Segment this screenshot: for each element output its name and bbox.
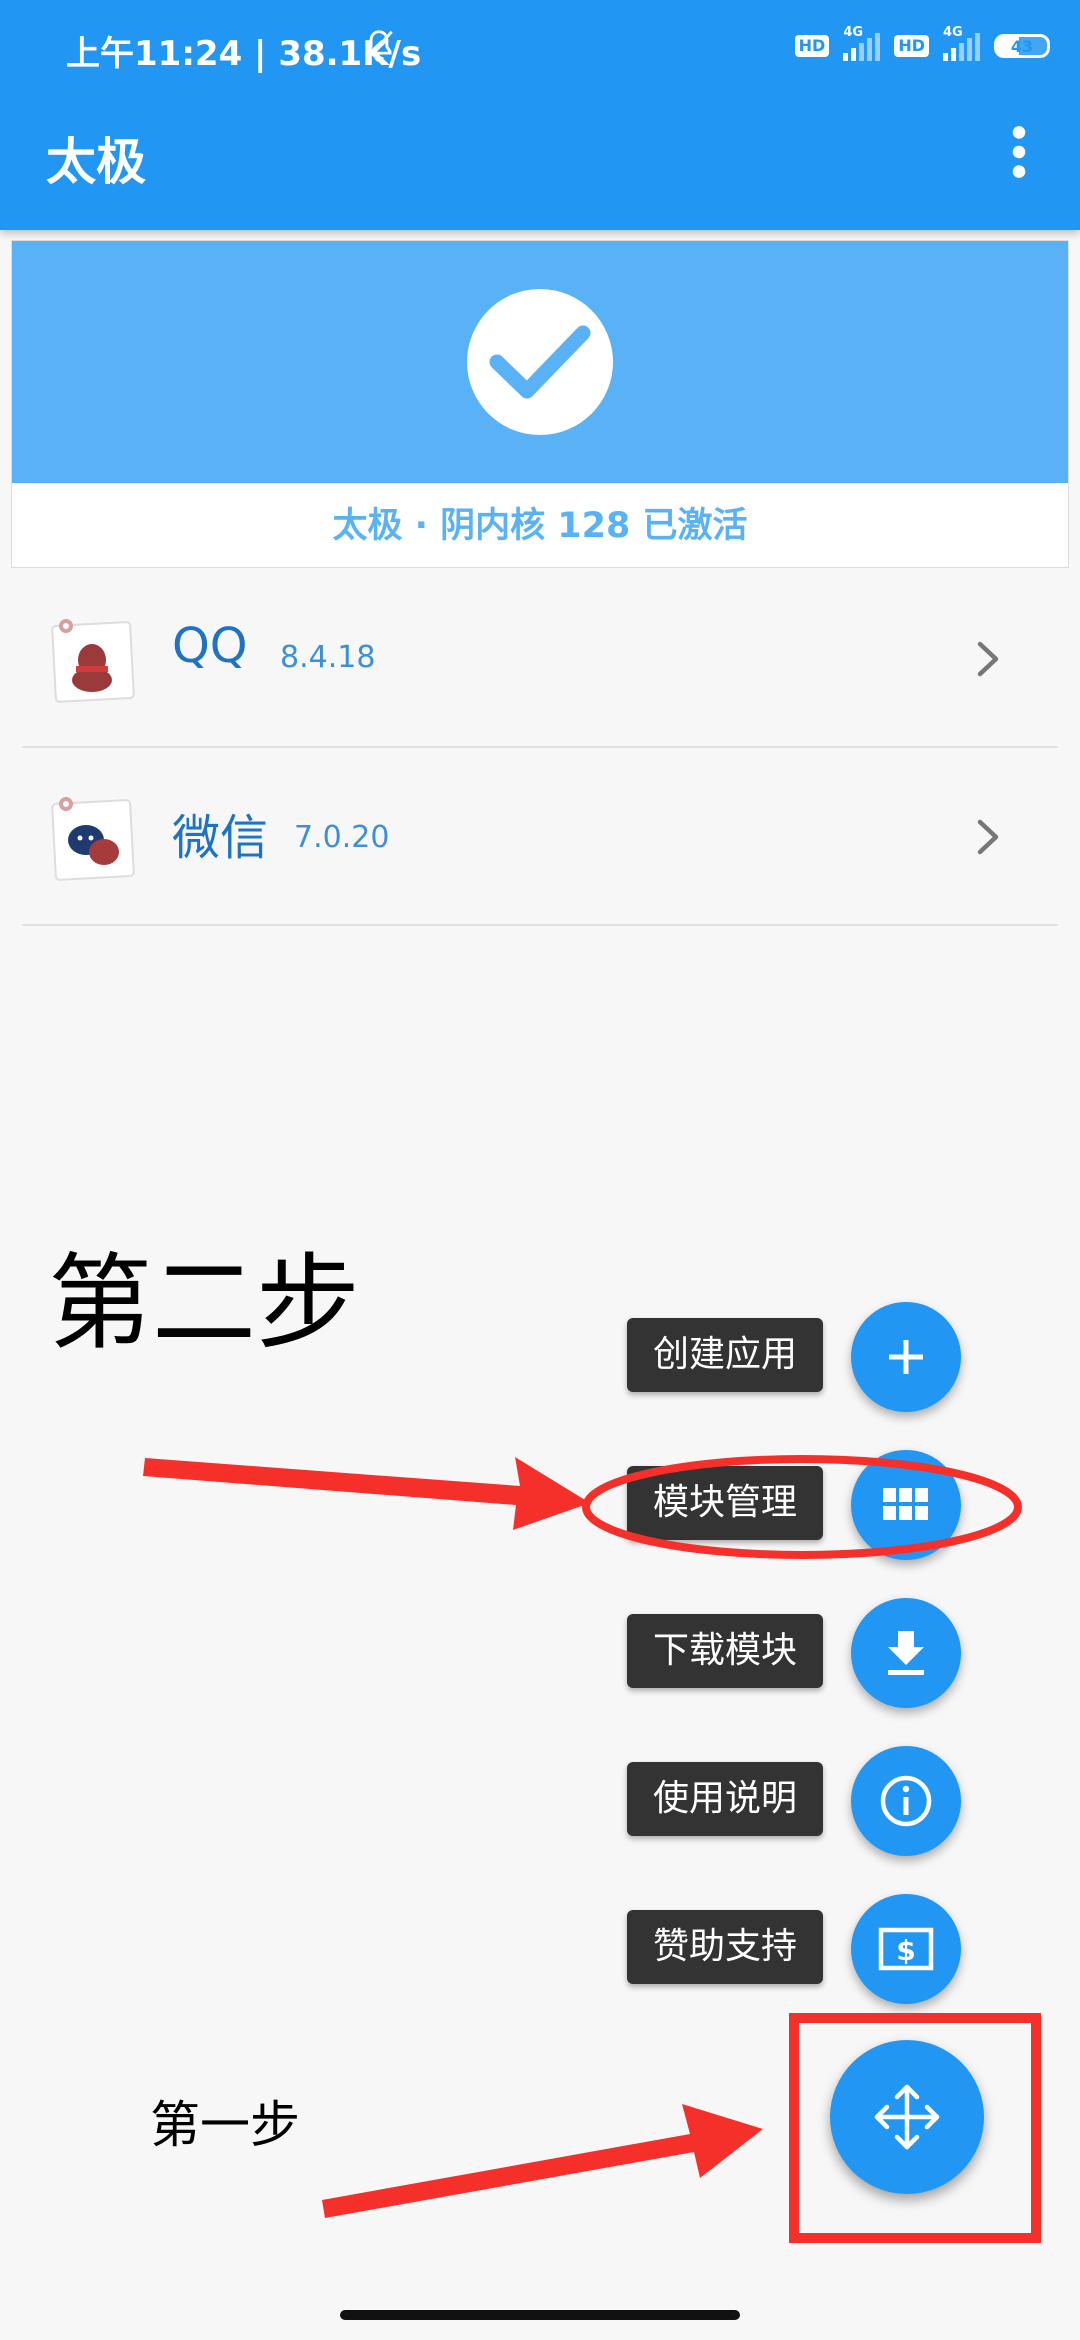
sponsor-label[interactable]: 赞助支持 [627,1910,823,1984]
step-one-annotation: 第一步 [150,2096,300,2154]
arrow-to-module-manage [143,1457,590,1530]
grid-icon [883,1488,928,1520]
activation-status: 太极 · 阴内核 128 已激活 [332,506,748,546]
chevron-right-icon [977,641,999,677]
wechat-app-icon [51,797,135,881]
speed-dial-main-button[interactable] [830,2040,984,2194]
check-icon [467,289,613,435]
info-icon [880,1775,932,1827]
status-bar: 上午11:24 | 38.1K/s HD 4G HD 4G 43 [0,0,1080,92]
app-title: 太极 [46,133,146,191]
module-manage-button[interactable] [851,1450,961,1560]
battery-icon: 43 [994,34,1050,58]
download-module-button[interactable] [851,1598,961,1708]
download-icon [888,1631,924,1675]
arrow-to-main-button [322,2104,763,2218]
hd-badge-2: HD [894,35,929,57]
qq-app-icon [51,619,135,703]
gesture-nav-handle[interactable] [340,2310,740,2320]
svg-text:$: $ [896,1934,915,1967]
status-indicators: HD 4G HD 4G 43 [794,24,1050,68]
step-two-annotation: 第二步 [48,1242,361,1364]
network-label-2: 4G [943,25,963,40]
move-arrows-icon [874,2084,940,2150]
download-module-label[interactable]: 下载模块 [627,1614,823,1688]
app-row-wechat[interactable]: 微信 7.0.20 [22,748,1058,926]
app-row-qq[interactable]: QQ 8.4.18 [22,570,1058,748]
chevron-right-icon [977,819,999,855]
signal-icon: 4G [843,25,881,61]
instructions-button[interactable] [851,1746,961,1856]
instructions-label[interactable]: 使用说明 [627,1762,823,1836]
app-version: 8.4.18 [280,640,376,675]
bell-off-icon [365,30,393,62]
plus-icon [889,1340,923,1374]
more-vert-icon[interactable] [1004,124,1034,180]
app-name: 微信 [172,810,269,866]
module-manage-label[interactable]: 模块管理 [627,1466,823,1540]
create-app-label[interactable]: 创建应用 [627,1318,823,1392]
hd-badge: HD [794,35,830,57]
app-name: QQ [172,618,248,674]
dollar-icon: $ [878,1927,934,1971]
top-bar: 上午11:24 | 38.1K/s HD 4G HD 4G 43 太极 [0,0,1080,230]
network-label: 4G [843,25,864,40]
app-version: 7.0.20 [294,820,390,855]
status-card-hero [12,241,1068,483]
create-app-button[interactable] [851,1302,961,1412]
signal-icon-2: 4G [943,25,980,61]
sponsor-button[interactable]: $ [851,1894,961,2004]
status-card: 太极 · 阴内核 128 已激活 [11,240,1069,568]
